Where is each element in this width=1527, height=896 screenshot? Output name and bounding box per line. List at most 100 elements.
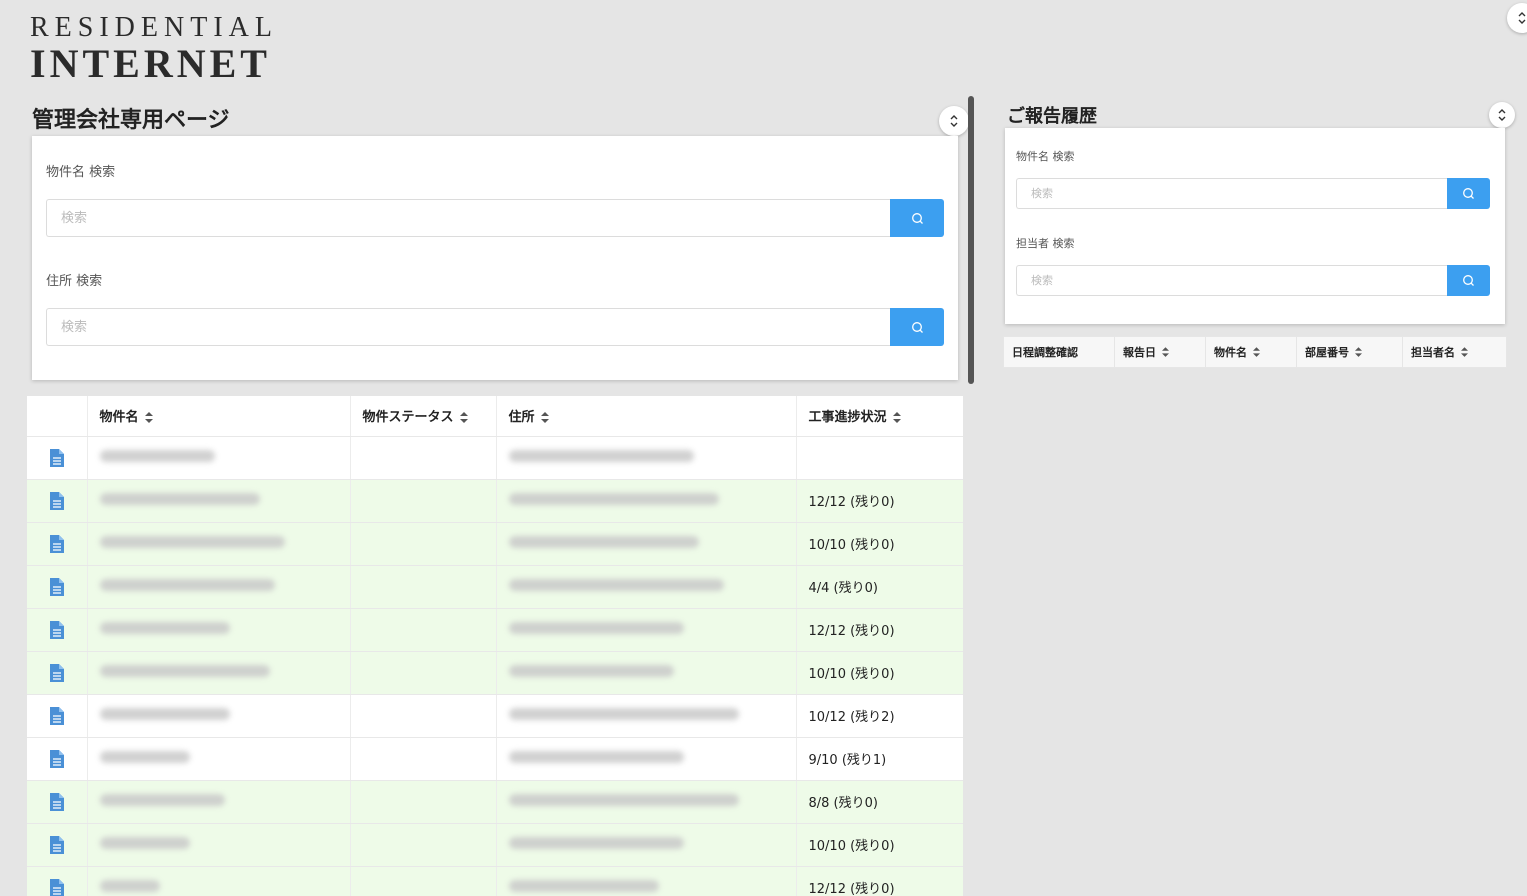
reports-staff-search-input[interactable]: [1016, 265, 1447, 296]
redacted-text: [509, 837, 684, 849]
column-label: 部屋番号: [1305, 344, 1349, 360]
document-icon-cell[interactable]: [27, 694, 87, 737]
redacted-text: [100, 751, 190, 763]
property-name-cell[interactable]: [87, 737, 350, 780]
document-icon-cell[interactable]: [27, 780, 87, 823]
column-header-icon: [27, 396, 87, 436]
document-icon[interactable]: [49, 577, 65, 597]
document-icon-cell[interactable]: [27, 608, 87, 651]
column-header-progress[interactable]: 工事進捗状況: [796, 396, 963, 436]
property-name-cell[interactable]: [87, 780, 350, 823]
redacted-text: [100, 665, 270, 677]
document-icon-cell[interactable]: [27, 823, 87, 866]
property-name-cell[interactable]: [87, 866, 350, 896]
document-icon-cell[interactable]: [27, 522, 87, 565]
document-icon[interactable]: [49, 534, 65, 554]
reports-staff-search-button[interactable]: [1447, 265, 1490, 296]
progress-cell: 10/10 (残り0): [796, 651, 963, 694]
table-row[interactable]: 10/10 (残り0): [27, 651, 963, 694]
table-row[interactable]: 12/12 (残り0): [27, 608, 963, 651]
table-row[interactable]: 9/10 (残り1): [27, 737, 963, 780]
table-row[interactable]: 4/4 (残り0): [27, 565, 963, 608]
property-name-cell[interactable]: [87, 608, 350, 651]
document-icon[interactable]: [49, 491, 65, 511]
document-icon[interactable]: [49, 835, 65, 855]
redacted-text: [100, 794, 225, 806]
column-header-report-date[interactable]: 報告日: [1115, 337, 1206, 367]
document-icon-cell[interactable]: [27, 479, 87, 522]
sort-icon: [145, 412, 153, 423]
column-header-staff-name[interactable]: 担当者名: [1403, 337, 1506, 367]
table-row[interactable]: 12/12 (残り0): [27, 866, 963, 896]
table-row[interactable]: 12/12 (残り0): [27, 479, 963, 522]
sort-icon: [893, 412, 901, 423]
property-name-cell[interactable]: [87, 823, 350, 866]
property-name-cell[interactable]: [87, 479, 350, 522]
address-cell: [496, 608, 796, 651]
property-status-cell: [350, 436, 496, 479]
table-row[interactable]: 10/10 (残り0): [27, 522, 963, 565]
document-icon-cell[interactable]: [27, 436, 87, 479]
progress-cell: 12/12 (残り0): [796, 866, 963, 896]
property-name-cell[interactable]: [87, 694, 350, 737]
document-icon-cell[interactable]: [27, 651, 87, 694]
property-search-input[interactable]: [46, 199, 890, 237]
redacted-text: [100, 536, 285, 548]
column-header-property-status[interactable]: 物件ステータス: [350, 396, 496, 436]
property-name-cell[interactable]: [87, 522, 350, 565]
column-header-schedule-confirm[interactable]: 日程調整確認: [1004, 337, 1115, 367]
property-name-cell[interactable]: [87, 651, 350, 694]
search-icon: [911, 212, 924, 225]
redacted-text: [100, 837, 190, 849]
reports-panel: ご報告履歴 物件名 検索 担当者 検索 日程調整確認 報告日 物件名 部屋番号 …: [995, 96, 1513, 386]
document-icon-cell[interactable]: [27, 866, 87, 896]
property-status-cell: [350, 608, 496, 651]
property-name-cell[interactable]: [87, 436, 350, 479]
document-icon[interactable]: [49, 878, 65, 896]
document-icon-cell[interactable]: [27, 737, 87, 780]
page-title: 管理会社専用ページ: [32, 102, 230, 134]
document-icon[interactable]: [49, 448, 65, 468]
progress-cell: 8/8 (残り0): [796, 780, 963, 823]
collapse-toggle-button[interactable]: [1507, 3, 1527, 33]
document-icon[interactable]: [49, 620, 65, 640]
search-icon: [1462, 274, 1475, 287]
column-header-property-name[interactable]: 物件名: [1206, 337, 1297, 367]
address-cell: [496, 780, 796, 823]
panel-scrollbar[interactable]: [968, 96, 974, 384]
address-search-button[interactable]: [890, 308, 944, 346]
reports-staff-search-label: 担当者 検索: [1016, 235, 1075, 251]
column-header-address[interactable]: 住所: [496, 396, 796, 436]
table-row[interactable]: 10/12 (残り2): [27, 694, 963, 737]
document-icon[interactable]: [49, 749, 65, 769]
address-cell: [496, 565, 796, 608]
management-panel: 管理会社専用ページ 物件名 検索 住所 検索: [12, 96, 978, 896]
column-header-property-name[interactable]: 物件名: [87, 396, 350, 436]
reports-title: ご報告履歴: [1007, 102, 1097, 128]
table-row[interactable]: 10/10 (残り0): [27, 823, 963, 866]
document-icon[interactable]: [49, 706, 65, 726]
column-label: 報告日: [1123, 344, 1156, 360]
reports-collapse-button[interactable]: [1489, 102, 1515, 128]
property-search-button[interactable]: [890, 199, 944, 237]
property-status-cell: [350, 651, 496, 694]
table-row[interactable]: 8/8 (残り0): [27, 780, 963, 823]
address-search-input[interactable]: [46, 308, 890, 346]
reports-property-search-row: [1016, 178, 1490, 209]
property-status-cell: [350, 479, 496, 522]
property-search-row: [46, 199, 944, 237]
document-icon[interactable]: [49, 792, 65, 812]
search-card: 物件名 検索 住所 検索: [32, 136, 958, 380]
table-row[interactable]: [27, 436, 963, 479]
address-cell: [496, 436, 796, 479]
reports-property-search-input[interactable]: [1016, 178, 1447, 209]
management-collapse-button[interactable]: [939, 106, 969, 136]
progress-cell: 10/12 (残り2): [796, 694, 963, 737]
redacted-text: [100, 708, 230, 720]
reports-property-search-button[interactable]: [1447, 178, 1490, 209]
column-header-room-number[interactable]: 部屋番号: [1297, 337, 1403, 367]
property-name-cell[interactable]: [87, 565, 350, 608]
document-icon[interactable]: [49, 663, 65, 683]
property-status-cell: [350, 694, 496, 737]
document-icon-cell[interactable]: [27, 565, 87, 608]
